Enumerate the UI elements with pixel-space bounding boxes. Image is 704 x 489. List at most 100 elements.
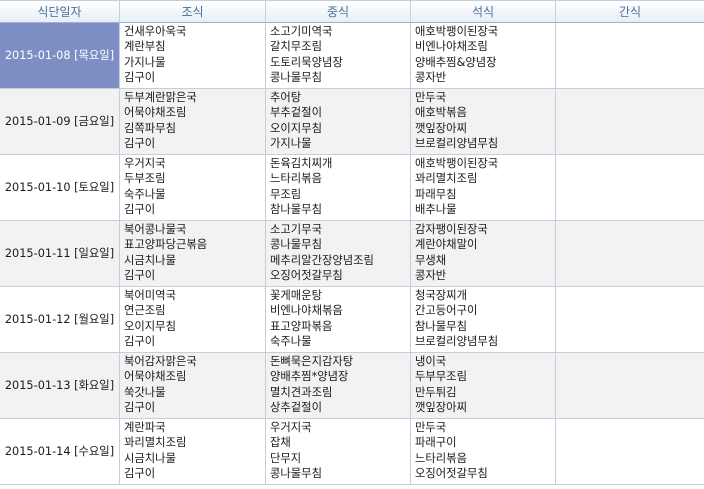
menu-item: 오징어젓갈무침 <box>270 268 343 282</box>
date-cell[interactable]: 2015-01-10 [토요일] <box>0 155 120 221</box>
lunch-cell[interactable]: 꽃게매운탕 비엔나야채볶음 표고양파볶음 숙주나물 <box>266 287 411 353</box>
menu-item: 추어탕 <box>270 91 302 104</box>
menu-item: 콩자반 <box>415 268 447 282</box>
menu-item: 간고등어구이 <box>415 304 478 318</box>
table-row[interactable]: 2015-01-10 [토요일] 우거지국 두부조림 숙주나물 김구이 돈육김치찌개 느타리… <box>0 155 704 221</box>
menu-item: 만두튀김 <box>415 385 457 399</box>
menu-item: 표고양파당근볶음 <box>124 238 208 252</box>
menu-item: 김구이 <box>124 268 156 282</box>
snack-cell[interactable] <box>556 155 704 221</box>
menu-item: 파래무침 <box>415 187 457 201</box>
table-row[interactable]: 2015-01-13 [화요일] 북어감자맑은국 어묵야채조림 쑥갓나물 김구이 돈뼈묵은… <box>0 353 704 419</box>
breakfast-cell[interactable]: 두부계란맑은국 어묵야채조림 김쪽파무침 김구이 <box>120 89 266 155</box>
menu-item: 멸치견과조림 <box>270 385 333 399</box>
header-dinner[interactable]: 석식 <box>411 0 556 23</box>
menu-item: 비엔나야채조림 <box>415 40 488 54</box>
menu-item: 감자팽이된장국 <box>415 223 488 236</box>
menu-item: 애호박볶음 <box>415 106 467 120</box>
breakfast-cell[interactable]: 건새우아욱국 계란부침 가지나물 김구이 <box>120 23 266 89</box>
breakfast-cell[interactable]: 북어미역국 연근조림 오이지무침 김구이 <box>120 287 266 353</box>
dinner-cell[interactable]: 감자팽이된장국 계란야채말이 무생채 콩자반 <box>411 221 556 287</box>
date-cell[interactable]: 2015-01-09 [금요일] <box>0 89 120 155</box>
menu-item: 냉이국 <box>415 355 447 368</box>
snack-cell[interactable] <box>556 353 704 419</box>
menu-item: 숙주나물 <box>124 187 166 201</box>
lunch-cell[interactable]: 소고기무국 콩나물무침 메추리알간장양념조림 오징어젓갈무침 <box>266 221 411 287</box>
breakfast-cell[interactable]: 북어감자맑은국 어묵야채조림 쑥갓나물 김구이 <box>120 353 266 419</box>
date-cell[interactable]: 2015-01-11 [일요일] <box>0 221 120 287</box>
menu-item: 북어미역국 <box>124 289 176 302</box>
menu-item: 참나물무침 <box>415 319 467 333</box>
header-snack[interactable]: 간식 <box>556 0 704 23</box>
date-cell[interactable]: 2015-01-14 [수요일] <box>0 419 120 485</box>
snack-cell[interactable] <box>556 23 704 89</box>
table-row[interactable]: 2015-01-12 [월요일] 북어미역국 연근조림 오이지무침 김구이 꽃게매운탕 비엔… <box>0 287 704 353</box>
menu-item: 돈육김치찌개 <box>270 157 333 170</box>
menu-item: 애호박팽이된장국 <box>415 25 499 38</box>
menu-item: 두부계란맑은국 <box>124 91 197 104</box>
table-row[interactable]: 2015-01-14 [수요일] 계란파국 꽈리멸치조림 시금치나물 김구이 우거지국 잡채… <box>0 419 704 485</box>
menu-item: 배추나물 <box>415 202 457 216</box>
menu-item: 건새우아욱국 <box>124 25 187 38</box>
menu-item: 콩자반 <box>415 70 447 84</box>
menu-item: 메추리알간장양념조림 <box>270 253 374 267</box>
menu-item: 김구이 <box>124 400 156 414</box>
snack-cell[interactable] <box>556 221 704 287</box>
dinner-cell[interactable]: 청국장찌개 간고등어구이 참나물무침 브로컬리양념무침 <box>411 287 556 353</box>
menu-item: 시금치나물 <box>124 253 176 267</box>
menu-item: 잡채 <box>270 436 291 450</box>
table-row[interactable]: 2015-01-08 [목요일] 건새우아욱국 계란부침 가지나물 김구이 소고기미역국 갈… <box>0 23 704 89</box>
table-row[interactable]: 2015-01-11 [일요일] 북어콩나물국 표고양파당근볶음 시금치나물 김구이 소고… <box>0 221 704 287</box>
dinner-cell[interactable]: 애호박팽이된장국비엔나야채조림 양배추찜&양념장 콩자반 <box>411 23 556 89</box>
menu-item: 북어콩나물국 <box>124 223 187 236</box>
menu-item: 애호박팽이된장국 <box>415 157 499 170</box>
menu-item: 어묵야채조림 <box>124 106 187 120</box>
menu-item: 참나물무침 <box>270 202 322 216</box>
breakfast-cell[interactable]: 우거지국 두부조림 숙주나물 김구이 <box>120 155 266 221</box>
menu-item: 꽃게매운탕 <box>270 289 322 302</box>
lunch-cell[interactable]: 소고기미역국 갈치무조림 도토리묵양념장 콩나물무침 <box>266 23 411 89</box>
menu-item: 김구이 <box>124 202 156 216</box>
menu-item: 단무지 <box>270 451 302 465</box>
breakfast-cell[interactable]: 북어콩나물국표고양파당근볶음 시금치나물 김구이 <box>120 221 266 287</box>
snack-cell[interactable] <box>556 287 704 353</box>
menu-item: 두부조림 <box>124 172 166 186</box>
menu-item: 청국장찌개 <box>415 289 467 302</box>
menu-item: 만두국 <box>415 421 447 434</box>
dinner-cell[interactable]: 만두국 애호박볶음 깻잎장아찌 브로컬리양념무침 <box>411 89 556 155</box>
dinner-cell[interactable]: 애호박팽이된장국 꽈리멸치조림 파래무침 배추나물 <box>411 155 556 221</box>
header-breakfast[interactable]: 조식 <box>120 0 266 23</box>
lunch-cell[interactable]: 돈육김치찌개 느타리볶음 무조림 참나물무침 <box>266 155 411 221</box>
date-cell[interactable]: 2015-01-13 [화요일] <box>0 353 120 419</box>
menu-item: 무생채 <box>415 253 447 267</box>
menu-item: 우거지국 <box>270 421 312 434</box>
date-cell[interactable]: 2015-01-08 [목요일] <box>0 23 120 89</box>
lunch-cell[interactable]: 우거지국잡채 단무지 콩나물무침 <box>266 419 411 485</box>
dinner-cell[interactable]: 만두국 파래구이 느타리볶음 오징어젓갈무침 <box>411 419 556 485</box>
header-date[interactable]: 식단일자 <box>0 0 120 23</box>
menu-item: 콩나물무침 <box>270 466 322 480</box>
menu-item: 어묵야채조림 <box>124 370 187 384</box>
header-lunch[interactable]: 중식 <box>266 0 411 23</box>
date-cell[interactable]: 2015-01-12 [월요일] <box>0 287 120 353</box>
menu-item: 브로컬리양념무침 <box>415 136 499 150</box>
menu-item: 계란파국 <box>124 421 166 434</box>
lunch-cell[interactable]: 돈뼈묵은지감자탕 양배추찜*양념장 멸치견과조림 상추겉절이 <box>266 353 411 419</box>
table-row[interactable]: 2015-01-09 [금요일] 두부계란맑은국 어묵야채조림 김쪽파무침 김구이 추어탕… <box>0 89 704 155</box>
menu-item: 부추겉절이 <box>270 106 322 120</box>
table-header-row: 식단일자 조식 중식 석식 간식 <box>0 0 704 23</box>
lunch-cell[interactable]: 추어탕 부추겉절이 오이지무침 가지나물 <box>266 89 411 155</box>
menu-item: 시금치나물 <box>124 451 176 465</box>
menu-item: 양배추찜&양념장 <box>415 55 497 69</box>
menu-item: 김구이 <box>124 466 156 480</box>
dinner-cell[interactable]: 냉이국 두부무조림 만두튀김 깻잎장아찌 <box>411 353 556 419</box>
menu-item: 만두국 <box>415 91 447 104</box>
meal-schedule-table: 식단일자 조식 중식 석식 간식 2015-01-08 [목요일] 건새우아욱국 계… <box>0 0 704 485</box>
menu-item: 김구이 <box>124 334 156 348</box>
menu-item: 숙주나물 <box>270 334 312 348</box>
breakfast-cell[interactable]: 계란파국 꽈리멸치조림 시금치나물 김구이 <box>120 419 266 485</box>
menu-item: 김구이 <box>124 70 156 84</box>
menu-item: 김쪽파무침 <box>124 121 176 135</box>
snack-cell[interactable] <box>556 419 704 485</box>
snack-cell[interactable] <box>556 89 704 155</box>
